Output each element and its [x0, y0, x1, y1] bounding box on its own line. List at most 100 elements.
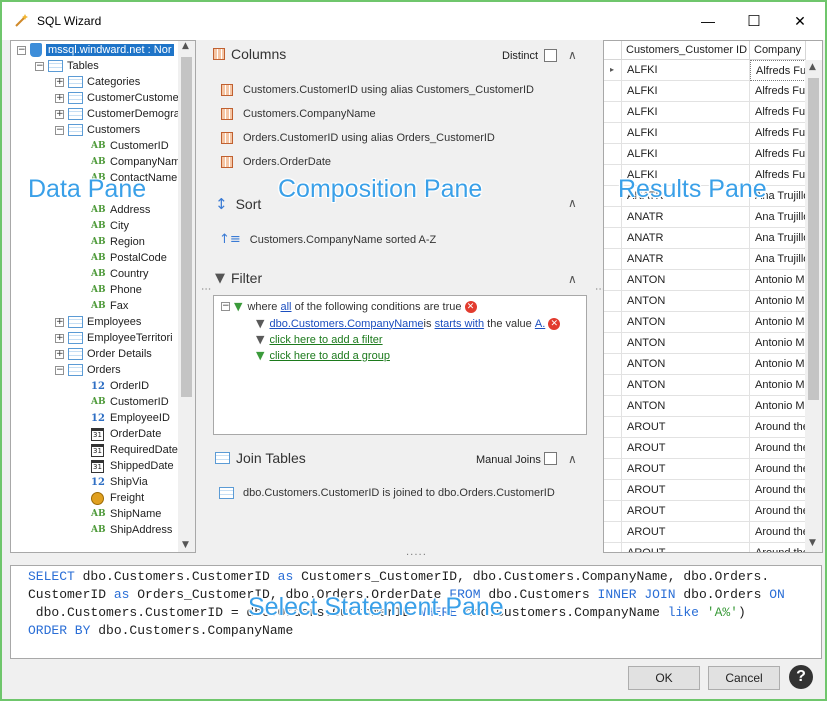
expand-icon[interactable]: + [55, 349, 64, 359]
column-header[interactable]: Customers_Customer ID [622, 41, 750, 60]
row-header[interactable] [604, 144, 622, 165]
tree-column-node[interactable]: AB Fax [91, 298, 128, 314]
table-cell[interactable]: Alfreds Fut [750, 102, 806, 123]
left-splitter-handle[interactable]: ⋮ [200, 284, 211, 295]
row-header[interactable] [604, 438, 622, 459]
close-button[interactable]: ✕ [777, 2, 823, 40]
table-cell[interactable]: ANTON [622, 333, 750, 354]
tree-table-node[interactable]: + Categories [55, 74, 140, 90]
row-header[interactable]: ▸ [604, 60, 622, 81]
table-cell[interactable]: AROUT [622, 417, 750, 438]
connection-node[interactable]: − mssql.windward.net : Nor [17, 42, 174, 58]
table-cell[interactable]: ANATR [622, 207, 750, 228]
column-item[interactable]: Customers.CompanyName [221, 108, 376, 120]
tree-column-node[interactable]: 12 EmployeeID [91, 410, 170, 426]
collapse-icon[interactable]: − [17, 45, 26, 55]
tree-table-node[interactable]: − Customers [55, 122, 140, 138]
remove-icon[interactable]: ✕ [548, 317, 561, 330]
collapse-icon[interactable]: − [55, 125, 64, 135]
minimize-button[interactable]: — [685, 2, 731, 40]
table-cell[interactable]: ALFKI [622, 81, 750, 102]
maximize-button[interactable]: ☐ [731, 2, 777, 40]
table-cell[interactable]: Around the [750, 480, 806, 501]
table-cell[interactable]: AROUT [622, 501, 750, 522]
sort-item[interactable]: ↑≡ Customers.CompanyName sorted A-Z [219, 232, 436, 247]
table-cell[interactable]: Alfreds Fut [750, 123, 806, 144]
table-cell[interactable]: ALFKI [622, 60, 750, 81]
row-header[interactable] [604, 417, 622, 438]
collapse-filter-chevron-icon[interactable]: ∧ [568, 272, 577, 286]
row-header[interactable] [604, 396, 622, 417]
add-filter-row[interactable]: ▼ click here to add a filter [256, 333, 383, 346]
table-cell[interactable]: ALFKI [622, 144, 750, 165]
tree-column-node[interactable]: 31 OrderDate [91, 426, 161, 442]
tree-column-node[interactable]: AB ShipAddress [91, 522, 172, 538]
row-header[interactable] [604, 207, 622, 228]
filter-tree-box[interactable]: − ▼ where all of the following condition… [213, 295, 587, 435]
table-cell[interactable]: Antonio Mo [750, 375, 806, 396]
tree-column-node[interactable]: 12 OrderID [91, 378, 149, 394]
add-group-row[interactable]: ▼ click here to add a group [256, 349, 390, 362]
table-cell[interactable]: Alfreds Fut [750, 81, 806, 102]
row-header[interactable] [604, 270, 622, 291]
scroll-thumb[interactable] [808, 78, 819, 400]
add-group-link[interactable]: click here to add a group [269, 350, 389, 362]
row-header[interactable] [604, 291, 622, 312]
table-cell[interactable]: ANATR [622, 228, 750, 249]
tree-table-node[interactable]: − Orders [55, 362, 121, 378]
row-header[interactable] [604, 123, 622, 144]
table-cell[interactable]: Ana Trujillo [750, 207, 806, 228]
tree-column-node[interactable]: AB Address [91, 202, 150, 218]
column-item[interactable]: Customers.CustomerID using alias Custome… [221, 84, 534, 96]
expand-icon[interactable]: + [55, 109, 64, 119]
column-header[interactable]: Company Nam [750, 41, 806, 60]
table-cell[interactable]: AROUT [622, 480, 750, 501]
expand-icon[interactable]: + [55, 317, 64, 327]
tree-column-node[interactable]: AB Country [91, 266, 149, 282]
cancel-button[interactable]: Cancel [708, 666, 780, 690]
table-cell[interactable]: ALFKI [622, 102, 750, 123]
scroll-down-icon[interactable]: ▼ [809, 538, 816, 548]
tree-column-node[interactable]: AB Phone [91, 282, 142, 298]
table-cell[interactable]: Alfreds Fut [750, 60, 806, 81]
tree-column-node[interactable]: AB CompanyNam [91, 154, 180, 170]
expand-icon[interactable]: + [55, 93, 64, 103]
expand-icon[interactable]: + [55, 333, 64, 343]
table-cell[interactable]: Antonio Mo [750, 291, 806, 312]
filter-root-row[interactable]: − ▼ where all of the following condition… [221, 300, 477, 313]
column-item[interactable]: Orders.CustomerID using alias Orders_Cus… [221, 132, 495, 144]
row-header[interactable] [604, 459, 622, 480]
filter-operator-link[interactable]: starts with [435, 318, 485, 330]
row-header[interactable] [604, 543, 622, 552]
tree-table-node[interactable]: + CustomerCustome [55, 90, 179, 106]
data-pane-tree[interactable]: − mssql.windward.net : Nor − Tables + Ca… [10, 40, 196, 553]
table-cell[interactable]: AROUT [622, 543, 750, 552]
row-header[interactable] [604, 81, 622, 102]
table-cell[interactable]: ANTON [622, 375, 750, 396]
table-cell[interactable]: Alfreds Fut [750, 144, 806, 165]
table-cell[interactable]: Antonio Mo [750, 270, 806, 291]
table-cell[interactable]: ANTON [622, 312, 750, 333]
collapse-columns-chevron-icon[interactable]: ∧ [568, 48, 577, 62]
row-header[interactable] [604, 480, 622, 501]
remove-icon[interactable]: ✕ [464, 300, 477, 313]
scroll-thumb[interactable] [181, 57, 192, 397]
scroll-up-icon[interactable]: ▲ [809, 62, 816, 72]
tree-column-node[interactable]: AB City [91, 218, 129, 234]
expand-icon[interactable]: + [55, 77, 64, 87]
scroll-up-icon[interactable]: ▲ [182, 41, 189, 51]
ok-button[interactable]: OK [628, 666, 700, 690]
collapse-join-chevron-icon[interactable]: ∧ [568, 452, 577, 466]
table-cell[interactable]: Ana Trujillo [750, 249, 806, 270]
table-cell[interactable]: ANTON [622, 396, 750, 417]
row-header[interactable] [604, 228, 622, 249]
filter-field-link[interactable]: dbo.Customers.CompanyName [269, 318, 423, 330]
table-cell[interactable]: Around the [750, 438, 806, 459]
tree-column-node[interactable]: AB CustomerID [91, 394, 169, 410]
tree-column-node[interactable]: Freight [91, 490, 144, 506]
table-cell[interactable]: ANTON [622, 270, 750, 291]
table-cell[interactable]: AROUT [622, 438, 750, 459]
table-cell[interactable]: Around the [750, 417, 806, 438]
tree-table-node[interactable]: + Employees [55, 314, 141, 330]
row-header[interactable] [604, 102, 622, 123]
